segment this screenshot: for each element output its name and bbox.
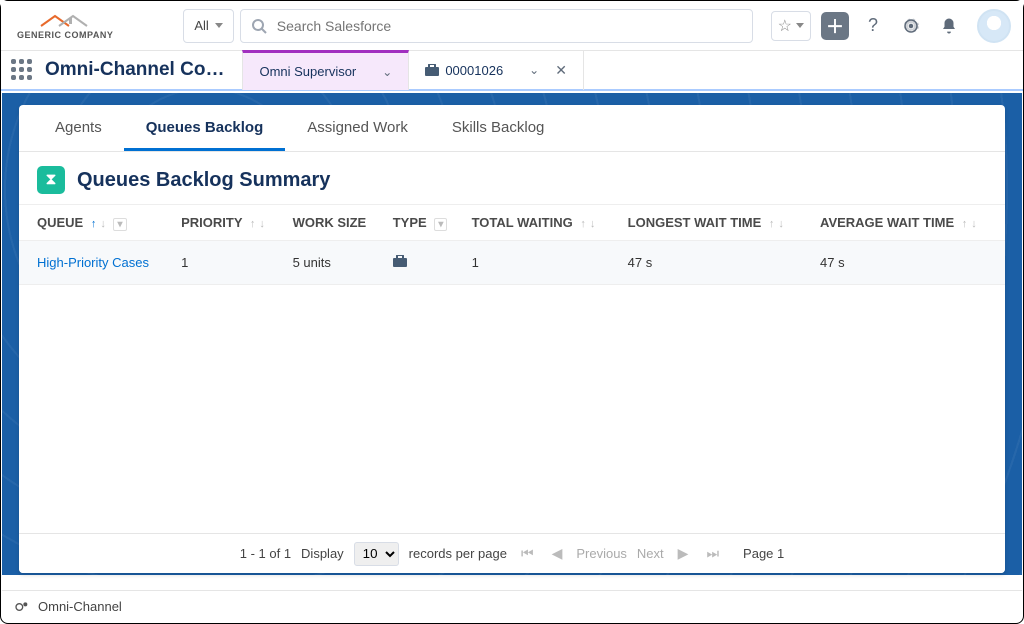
sub-tab-bar: Agents Queues Backlog Assigned Work Skil… — [19, 105, 1005, 152]
queue-link[interactable]: High-Priority Cases — [37, 255, 149, 270]
column-menu-icon[interactable]: ▾ — [113, 218, 126, 231]
table-row: High-Priority Cases 1 5 units 1 47 s 47 … — [19, 241, 1005, 285]
next-button[interactable]: Next — [637, 546, 664, 561]
subtab-skills-backlog[interactable]: Skills Backlog — [430, 105, 567, 151]
user-avatar[interactable] — [977, 9, 1011, 43]
sort-asc-icon[interactable]: ↑ — [580, 218, 586, 230]
column-menu-icon[interactable]: ▾ — [434, 218, 447, 231]
first-page-icon[interactable]: ⏮ — [517, 545, 538, 562]
display-label: Display — [301, 546, 344, 561]
global-create-button[interactable]: ＋ — [821, 12, 849, 40]
header-actions: ☆ ＋ ? — [771, 9, 1011, 43]
cell-longest-wait: 47 s — [620, 241, 812, 285]
sort-desc-icon[interactable]: ↓ — [259, 218, 265, 230]
briefcase-icon — [425, 64, 439, 76]
table-header-row: QUEUE ↑↓ ▾ PRIORITY ↑↓ WORK SIZE TYPE ▾ … — [19, 205, 1005, 241]
favorites-dropdown[interactable]: ☆ — [771, 11, 811, 41]
col-total-waiting[interactable]: TOTAL WAITING ↑↓ — [464, 205, 620, 241]
sort-desc-icon[interactable]: ↓ — [778, 218, 784, 230]
col-longest-wait[interactable]: LONGEST WAIT TIME ↑↓ — [620, 205, 812, 241]
range-text: 1 - 1 of 1 — [240, 546, 291, 561]
page-title: Queues Backlog Summary — [77, 169, 330, 192]
scope-label: All — [194, 18, 208, 33]
notifications-button[interactable] — [935, 12, 963, 40]
close-tab-icon[interactable]: ✕ — [555, 62, 567, 79]
title-row: ⧗ Queues Backlog Summary — [19, 152, 1005, 204]
records-label: records per page — [409, 546, 507, 561]
app-launcher-icon[interactable] — [11, 59, 33, 81]
tab-label: Omni Supervisor — [259, 64, 356, 79]
cell-type — [385, 241, 464, 285]
tab-label: 00001026 — [445, 63, 503, 78]
chevron-down-icon[interactable]: ⌄ — [529, 63, 539, 77]
star-icon: ☆ — [778, 16, 792, 36]
sort-asc-icon[interactable]: ↑ — [769, 218, 775, 230]
gear-icon — [902, 17, 920, 35]
cell-total-waiting: 1 — [464, 241, 620, 285]
sort-desc-icon[interactable]: ↓ — [971, 218, 977, 230]
setup-button[interactable] — [897, 12, 925, 40]
search-scope-picker[interactable]: All — [183, 9, 233, 43]
last-page-icon[interactable]: ⏭ — [702, 545, 723, 562]
search-icon — [251, 18, 267, 34]
subtab-agents[interactable]: Agents — [33, 105, 124, 151]
sort-desc-icon[interactable]: ↓ — [590, 218, 596, 230]
chevron-down-icon — [215, 23, 223, 28]
cell-priority: 1 — [173, 241, 284, 285]
utility-label[interactable]: Omni-Channel — [38, 599, 122, 614]
chevron-down-icon — [796, 23, 804, 28]
cell-work-size: 5 units — [285, 241, 385, 285]
pagination-bar: 1 - 1 of 1 Display 10 records per page ⏮… — [19, 533, 1005, 573]
app-name: Omni-Channel Co… — [45, 59, 224, 81]
col-priority[interactable]: PRIORITY ↑↓ — [173, 205, 284, 241]
workspace-tab-case[interactable]: 00001026 ⌄ ✕ — [409, 50, 584, 90]
sort-asc-icon[interactable]: ↑ — [250, 218, 256, 230]
queues-table: QUEUE ↑↓ ▾ PRIORITY ↑↓ WORK SIZE TYPE ▾ … — [19, 204, 1005, 285]
col-work-size[interactable]: WORK SIZE — [285, 205, 385, 241]
next-page-icon[interactable]: ▶ — [674, 545, 693, 562]
prev-page-icon[interactable]: ◀ — [548, 545, 567, 562]
sort-asc-icon[interactable]: ↑ — [962, 218, 968, 230]
col-type[interactable]: TYPE ▾ — [385, 205, 464, 241]
help-button[interactable]: ? — [859, 12, 887, 40]
main-content-card: Agents Queues Backlog Assigned Work Skil… — [19, 105, 1005, 573]
briefcase-icon — [393, 255, 407, 267]
search-input[interactable] — [277, 18, 742, 34]
utility-bar: Omni-Channel — [2, 590, 1022, 622]
logo-roof-icon — [37, 12, 93, 30]
col-avg-wait[interactable]: AVERAGE WAIT TIME ↑↓ — [812, 205, 1005, 241]
page-indicator: Page 1 — [743, 546, 784, 561]
logo-text: GENERIC COMPANY — [17, 30, 113, 40]
app-nav-bar: Omni-Channel Co… Omni Supervisor ⌄ 00001… — [1, 51, 1023, 91]
chevron-down-icon[interactable]: ⌄ — [382, 65, 392, 79]
bell-icon — [940, 17, 958, 35]
previous-button[interactable]: Previous — [576, 546, 627, 561]
col-queue[interactable]: QUEUE ↑↓ ▾ — [19, 205, 173, 241]
page-size-select[interactable]: 10 — [354, 542, 399, 566]
omni-channel-icon — [14, 599, 30, 615]
global-search[interactable] — [240, 9, 753, 43]
company-logo: GENERIC COMPANY — [17, 12, 113, 40]
hourglass-icon: ⧗ — [37, 166, 65, 194]
global-header: GENERIC COMPANY All ☆ ＋ ? — [1, 1, 1023, 51]
workspace-tab-omni-supervisor[interactable]: Omni Supervisor ⌄ — [242, 50, 409, 90]
sort-asc-icon[interactable]: ↑ — [91, 218, 97, 230]
cell-avg-wait: 47 s — [812, 241, 1005, 285]
subtab-assigned-work[interactable]: Assigned Work — [285, 105, 430, 151]
sort-desc-icon[interactable]: ↓ — [100, 218, 106, 230]
subtab-queues-backlog[interactable]: Queues Backlog — [124, 105, 286, 151]
help-icon: ? — [868, 15, 878, 36]
